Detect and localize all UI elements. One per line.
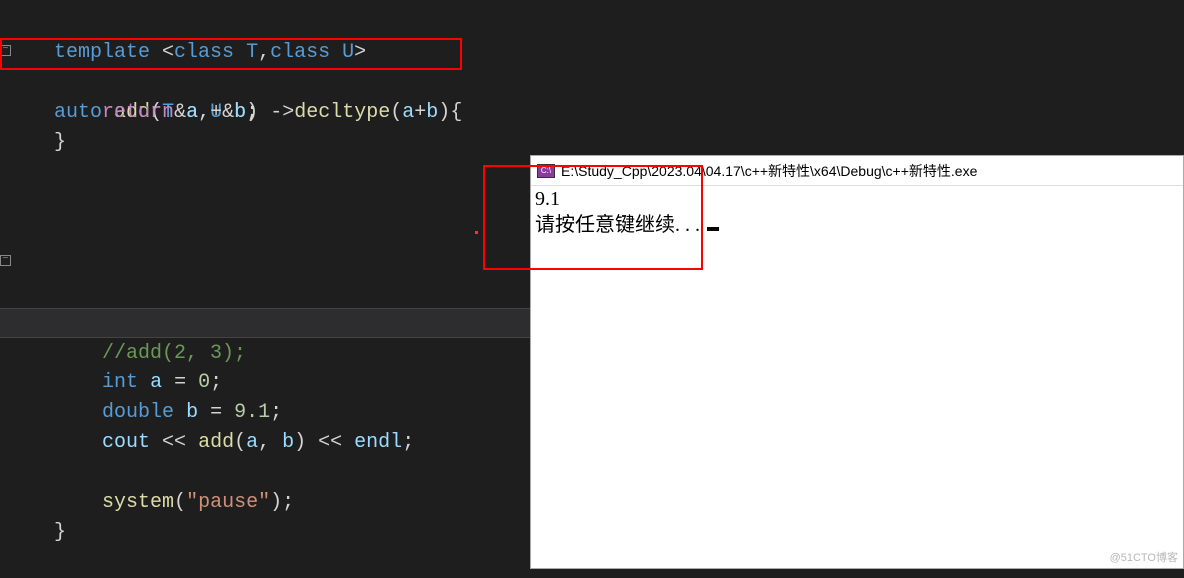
- cursor-icon: [707, 227, 719, 231]
- punct: }: [54, 521, 66, 544]
- code-line: int a = 0;: [0, 338, 530, 368]
- console-titlebar[interactable]: C:\ E:\Study_Cpp\2023.04\04.17\c++新特性\x6…: [531, 156, 1183, 186]
- console-line: 9.1: [535, 186, 1179, 212]
- code-line: double b = 9.1;: [0, 368, 530, 398]
- code-line: − auto add(T&a,U&b) ->decltype(a+b){: [0, 38, 530, 68]
- code-line: system("pause");: [0, 458, 530, 488]
- code-editor[interactable]: template <class T,class U> − auto add(T&…: [0, 0, 530, 569]
- code-line: cout << add(a, b) << endl;: [0, 398, 530, 428]
- app-icon: C:\: [537, 164, 555, 178]
- console-line: 请按任意键继续. . .: [535, 212, 1179, 238]
- code-line-empty: [0, 188, 530, 218]
- code-line-empty: [0, 278, 530, 308]
- fold-minus-icon[interactable]: −: [0, 45, 11, 56]
- code-line: − int main() {: [0, 248, 530, 278]
- fold-minus-icon[interactable]: −: [0, 255, 11, 266]
- code-line-current: //add(2, 3);: [0, 308, 530, 338]
- code-line: }: [0, 488, 530, 518]
- console-window[interactable]: C:\ E:\Study_Cpp\2023.04\04.17\c++新特性\x6…: [530, 155, 1184, 569]
- code-line-empty: [0, 218, 530, 248]
- code-line-empty: [0, 158, 530, 188]
- console-title: E:\Study_Cpp\2023.04\04.17\c++新特性\x64\De…: [561, 161, 977, 181]
- code-line-empty: [0, 428, 530, 458]
- code-line-empty: [0, 128, 530, 158]
- code-line: return a + b;: [0, 68, 530, 98]
- console-output: 9.1 请按任意键继续. . .: [531, 186, 1183, 238]
- code-line: }: [0, 98, 530, 128]
- watermark: @51CTO博客: [1110, 549, 1178, 565]
- annotation-dot: [475, 231, 478, 234]
- code-line: template <class T,class U>: [0, 8, 530, 38]
